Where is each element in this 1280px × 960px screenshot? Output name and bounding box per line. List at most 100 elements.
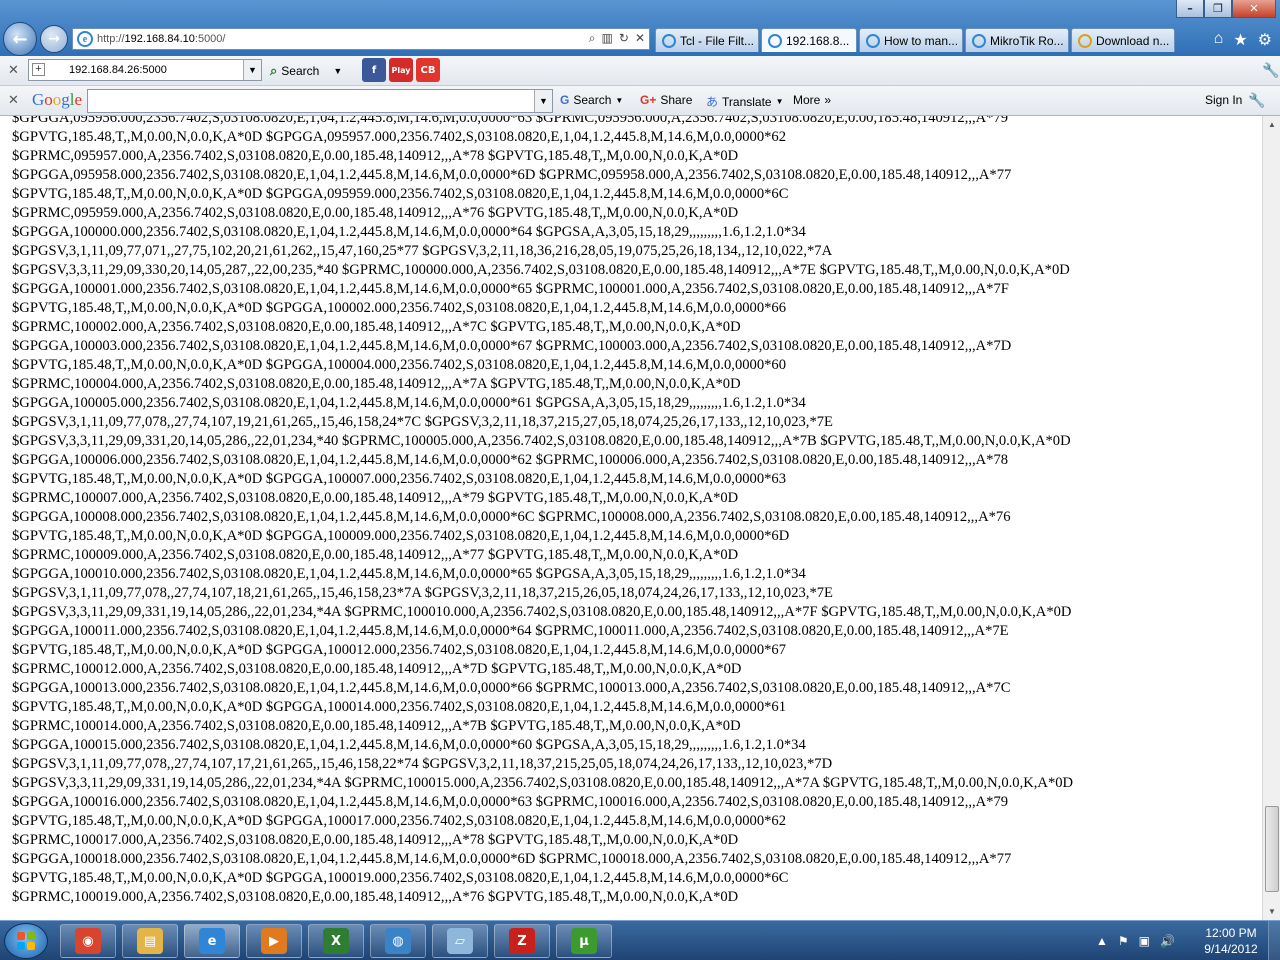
plus-icon[interactable]: +	[32, 63, 45, 76]
show-desktop-button[interactable]	[1268, 921, 1280, 960]
playvids-addon-icon[interactable]: Play	[389, 58, 413, 82]
close-toolbar-icon[interactable]: ✕	[8, 63, 19, 78]
google-search-button[interactable]: G Search ▼	[560, 93, 623, 107]
site-select[interactable]: 192.168.84.26:5000 ▼	[28, 59, 262, 81]
vertical-scrollbar[interactable]: ▲ ▼	[1262, 116, 1280, 920]
taskbar-app-button[interactable]: ◍	[370, 924, 426, 958]
forward-button[interactable]: →	[40, 25, 68, 53]
title-bar: – ❐ ✕ ← → e http://192.168.84.10:5000/ ⌕…	[0, 0, 1280, 56]
nmea-line: $GPGGA,100003.000,2356.7402,S,03108.0820…	[12, 338, 1012, 354]
tab-label: MikroTik Ro...	[990, 33, 1064, 48]
search-icon[interactable]: ⌕	[589, 31, 596, 46]
taskbar-app-button[interactable]: ▶	[246, 924, 302, 958]
nmea-line: $GPVTG,185.48,T,,M,0.00,N,0.0,K,A*0D $GP…	[12, 813, 787, 829]
taskbar-app-button[interactable]: e	[184, 924, 240, 958]
more-label: More	[793, 93, 821, 107]
nmea-line: $GPGGA,095958.000,2356.7402,S,03108.0820…	[12, 167, 1012, 183]
nmea-line: $GPGGA,100010.000,2356.7402,S,03108.0820…	[12, 566, 806, 582]
taskbar-app-button[interactable]: ▤	[122, 924, 178, 958]
nmea-line: $GPVTG,185.48,T,,M,0.00,N,0.0,K,A*0D $GP…	[12, 471, 787, 487]
filezilla-icon: Z	[509, 928, 535, 954]
ie-page-icon: e	[77, 31, 93, 47]
nmea-line: $GPGGA,100008.000,2356.7402,S,03108.0820…	[12, 509, 1011, 525]
restore-button[interactable]: ❐	[1204, 0, 1232, 18]
download-page-icon	[1078, 33, 1092, 48]
nmea-line: $GPGGA,100013.000,2356.7402,S,03108.0820…	[12, 680, 1011, 696]
browser-command-icons: ⌂ ★ ⚙	[1214, 30, 1272, 50]
start-button[interactable]	[4, 923, 48, 959]
close-toolbar-icon[interactable]: ✕	[8, 93, 19, 108]
tab-mikrotik[interactable]: MikroTik Ro...	[965, 28, 1069, 52]
excel-icon: X	[323, 928, 349, 954]
wrench-icon[interactable]: 🔧	[1248, 92, 1265, 109]
back-arrow-icon: ←	[12, 28, 28, 50]
network-tray-icon[interactable]: ▣	[1139, 934, 1150, 948]
google-search-input[interactable]: ▼	[87, 89, 553, 113]
taskbar-app-button[interactable]: ◉	[60, 924, 116, 958]
internet-explorer-icon: e	[199, 928, 225, 954]
more-button[interactable]: More »	[793, 93, 831, 107]
url-rest: :5000/	[194, 33, 226, 45]
compatibility-icon[interactable]: ▥	[602, 31, 613, 46]
chevron-down-icon[interactable]: ▼	[243, 60, 261, 80]
nmea-line: $GPGGA,100006.000,2356.7402,S,03108.0820…	[12, 452, 1009, 468]
share-button[interactable]: G+ Share	[640, 93, 692, 107]
share-icon: G+	[640, 93, 657, 107]
nmea-line: $GPGSV,3,1,11,09,77,078,,27,74,107,18,21…	[12, 585, 833, 601]
taskbar-app-button[interactable]: Z	[494, 924, 550, 958]
nmea-line: $GPGGA,100005.000,2356.7402,S,03108.0820…	[12, 395, 806, 411]
chrome-icon: ◉	[75, 928, 101, 954]
scrollbar-thumb[interactable]	[1265, 806, 1279, 892]
google-g-icon: G	[560, 93, 570, 107]
facebook-addon-icon[interactable]: f	[362, 58, 386, 82]
nmea-line: $GPRMC,100014.000,A,2356.7402,S,03108.08…	[12, 718, 741, 734]
gear-icon[interactable]: ⚙	[1258, 30, 1272, 50]
volume-icon[interactable]: 🔊	[1160, 934, 1175, 948]
tab-how-to-manage[interactable]: How to man...	[859, 28, 963, 52]
minimize-button[interactable]: –	[1176, 0, 1204, 18]
chevron-down-icon[interactable]: ▼	[534, 90, 552, 112]
toolbar-search-button[interactable]: ⌕ Search ▼	[270, 63, 342, 79]
address-bar[interactable]: e http://192.168.84.10:5000/ ⌕ ▥ ↻ ✕	[72, 28, 650, 50]
stop-icon[interactable]: ✕	[635, 31, 645, 46]
tab-label: How to man...	[884, 33, 959, 48]
action-center-flag-icon[interactable]: ⚑	[1118, 934, 1129, 948]
refresh-icon[interactable]: ↻	[619, 31, 629, 46]
ie-page-icon	[866, 33, 880, 48]
wrench-icon[interactable]: 🔧	[1262, 62, 1279, 79]
clock[interactable]: 12:00 PM 9/14/2012	[1196, 925, 1266, 957]
translate-button[interactable]: あ Translate ▼	[706, 93, 784, 110]
show-hidden-icons-icon[interactable]: ▲	[1096, 934, 1108, 948]
nmea-line: $GPVTG,185.48,T,,M,0.00,N,0.0,K,A*0D $GP…	[12, 870, 789, 886]
cb-addon-icon[interactable]: CB	[416, 58, 440, 82]
tab-current-page[interactable]: 192.168.8... ✕	[761, 28, 857, 52]
nmea-line: $GPGGA,100018.000,2356.7402,S,03108.0820…	[12, 851, 1012, 867]
nmea-line: $GPVTG,185.48,T,,M,0.00,N,0.0,K,A*0D $GP…	[12, 642, 787, 658]
back-button[interactable]: ←	[3, 22, 37, 56]
tab-tcl-file-filter[interactable]: Tcl - File Filt...	[655, 28, 759, 52]
chevron-down-icon[interactable]: ▼	[333, 66, 342, 76]
forward-arrow-icon: →	[48, 31, 60, 47]
taskbar-app-button[interactable]: ▱	[432, 924, 488, 958]
scroll-down-icon[interactable]: ▼	[1263, 903, 1280, 920]
scroll-up-icon[interactable]: ▲	[1263, 116, 1280, 133]
close-button[interactable]: ✕	[1232, 0, 1276, 18]
site-select-value: 192.168.84.26:5000	[69, 64, 167, 76]
share-label: Share	[660, 93, 693, 107]
taskbar-app-button[interactable]: µ	[556, 924, 612, 958]
translate-label: Translate	[722, 94, 772, 109]
sign-in-link[interactable]: Sign In	[1205, 93, 1242, 107]
nmea-line: $GPVTG,185.48,T,,M,0.00,N,0.0,K,A*0D $GP…	[12, 186, 789, 202]
star-icon[interactable]: ★	[1233, 30, 1247, 50]
nmea-line: $GPRMC,100007.000,A,2356.7402,S,03108.08…	[12, 490, 739, 506]
nmea-line: $GPRMC,100009.000,A,2356.7402,S,03108.08…	[12, 547, 739, 563]
nmea-line: $GPGGA,100011.000,2356.7402,S,03108.0820…	[12, 623, 1009, 639]
tab-download[interactable]: Download n...	[1071, 28, 1175, 52]
tab-close-icon[interactable]: ✕	[855, 34, 856, 47]
home-icon[interactable]: ⌂	[1214, 30, 1224, 50]
search-icon: ⌕	[270, 63, 278, 78]
google-logo: Google	[32, 90, 83, 109]
taskbar-app-button[interactable]: X	[308, 924, 364, 958]
nmea-line: $GPGSV,3,1,11,09,77,078,,27,74,107,17,21…	[12, 756, 833, 772]
nmea-line: $GPRMC,100012.000,A,2356.7402,S,03108.08…	[12, 661, 742, 677]
